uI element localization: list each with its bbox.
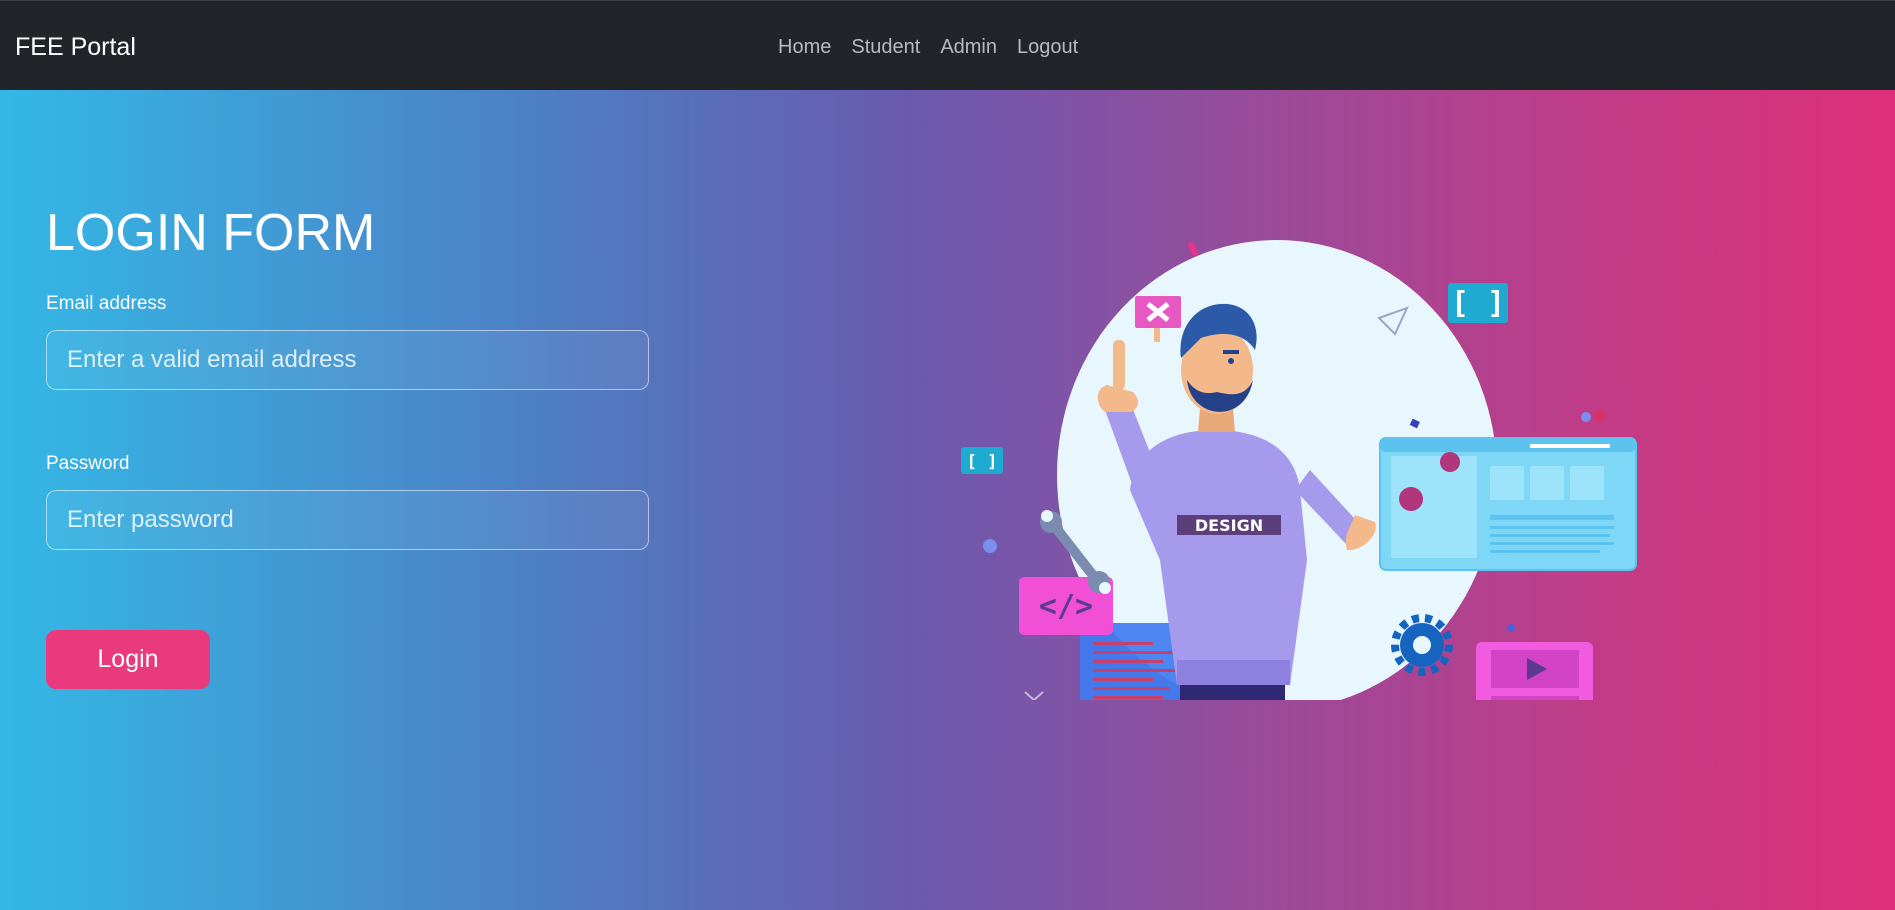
login-hero: LOGIN FORM Email address Password Login … <box>0 90 1895 910</box>
brand-link[interactable]: FEE Portal <box>15 31 136 63</box>
nav-link-admin[interactable]: Admin <box>940 33 997 61</box>
password-input[interactable] <box>46 490 649 550</box>
page-title: LOGIN FORM <box>46 204 376 262</box>
svg-text:</>: </> <box>1039 589 1093 624</box>
email-input[interactable] <box>46 330 649 390</box>
svg-text:DESIGN: DESIGN <box>1195 516 1263 535</box>
svg-text:[ ]: [ ] <box>967 452 998 472</box>
brackets-icon: [ ] <box>1448 283 1508 323</box>
email-label: Email address <box>46 293 167 314</box>
nav-link-logout[interactable]: Logout <box>1017 33 1078 61</box>
play-icon <box>1476 642 1593 700</box>
brackets-small-icon: [ ] <box>961 447 1003 474</box>
login-button[interactable]: Login <box>46 630 210 689</box>
shirt-label: DESIGN <box>1177 515 1281 535</box>
nav-link-home[interactable]: Home <box>778 33 831 61</box>
navbar: FEE Portal Home Student Admin Logout <box>0 0 1895 90</box>
svg-text:[ ]: [ ] <box>1451 286 1505 321</box>
browser-window <box>1379 437 1637 571</box>
designer-illustration: [ ] [ ] </> DESIGN <box>961 240 1637 700</box>
nav-links: Home Student Admin Logout <box>778 33 1078 61</box>
password-label: Password <box>46 453 130 474</box>
nav-link-student[interactable]: Student <box>851 33 920 61</box>
